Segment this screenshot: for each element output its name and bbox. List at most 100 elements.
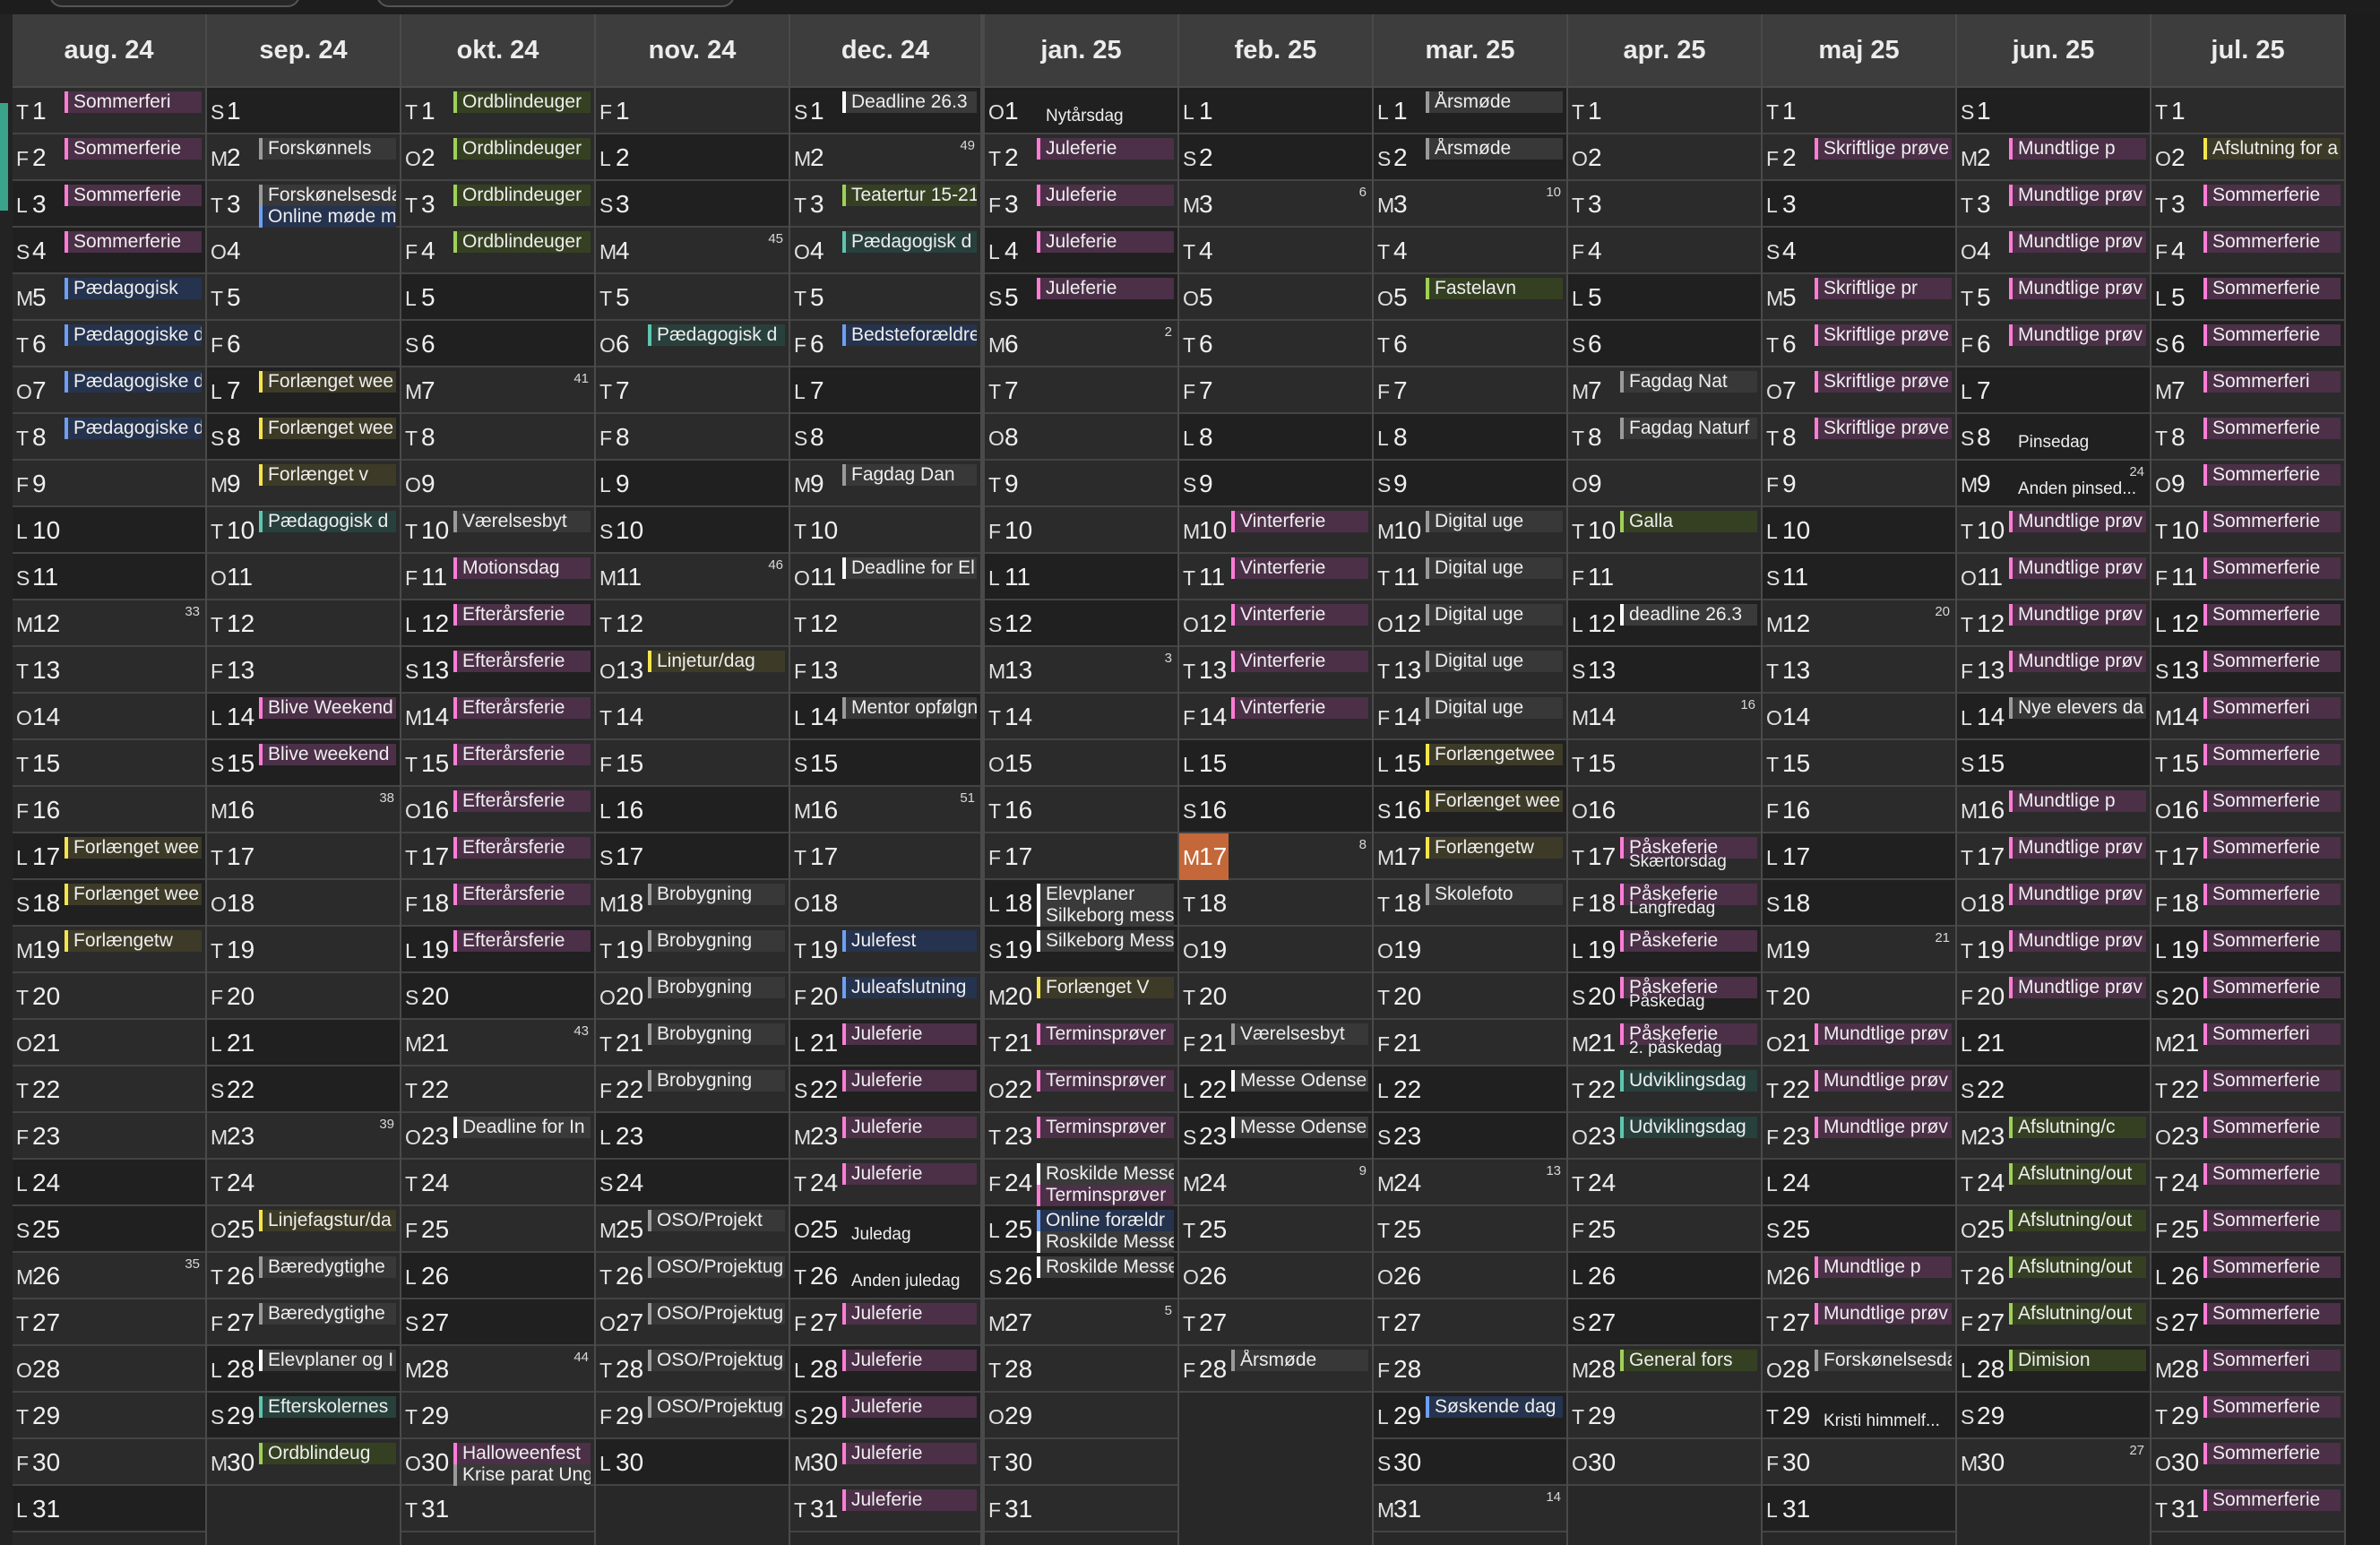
day-cell[interactable]: S 13 <box>1568 647 1761 694</box>
day-cell[interactable]: T 12 Mundtlige prøv <box>1957 600 2150 647</box>
day-cell[interactable]: T 19 Brobygning <box>596 927 789 973</box>
day-cell[interactable]: T 6 Pædagogiske d <box>13 321 205 367</box>
day-cell[interactable]: T 16 <box>985 787 1177 833</box>
day-cell[interactable]: F7 <box>1179 367 1372 414</box>
day-cell[interactable]: S 30 <box>1374 1439 1566 1486</box>
calendar-event[interactable]: Brobygning <box>648 1070 785 1092</box>
day-cell[interactable]: T 24 <box>207 1160 400 1206</box>
day-cell[interactable]: S9 <box>1374 461 1566 507</box>
month-header[interactable]: aug. 24 <box>13 14 205 88</box>
day-cell[interactable]: T 17 <box>790 833 980 880</box>
day-cell[interactable]: T9 <box>985 461 1177 507</box>
calendar-event[interactable]: Elevplaner <box>1037 884 1174 905</box>
day-cell[interactable]: L 21 <box>1957 1020 2150 1066</box>
calendar-event[interactable]: Årsmøde <box>1231 1350 1368 1371</box>
calendar-event[interactable]: Efterårsferie <box>453 930 591 952</box>
day-cell[interactable]: T 18 Skolefoto <box>1374 880 1566 927</box>
day-cell[interactable]: T 1 Ordblindeuger <box>401 88 594 134</box>
holiday-label[interactable]: 2. påskedag <box>1620 1038 1757 1059</box>
day-cell[interactable]: T 24 Sommerferie <box>2151 1160 2344 1206</box>
day-cell[interactable]: T 15 <box>1568 740 1761 787</box>
day-cell[interactable]: T 12 <box>596 600 789 647</box>
day-cell[interactable]: L 16 <box>596 787 789 833</box>
day-cell[interactable]: L 31 <box>13 1486 205 1532</box>
calendar-event[interactable]: Sommerferie <box>2203 464 2341 486</box>
calendar-event[interactable]: Juleferie <box>1037 138 1174 160</box>
day-cell[interactable]: L 15 <box>1179 740 1372 787</box>
month-header[interactable]: sep. 24 <box>207 14 400 88</box>
day-cell[interactable]: T 3 Forskønelsesda Online møde m <box>207 181 400 228</box>
calendar-event[interactable]: Fastelavn <box>1426 278 1563 299</box>
day-cell[interactable]: S 11 <box>13 554 205 600</box>
day-cell[interactable]: F 20 Juleafslutning <box>790 973 980 1020</box>
calendar-event[interactable]: Efterårsferie <box>453 744 591 765</box>
day-cell[interactable]: M236Forskønnels <box>207 134 400 181</box>
day-cell[interactable]: T 22 Mundtlige prøv <box>1763 1066 1955 1113</box>
day-cell[interactable]: S 6 Sommerferie <box>2151 321 2344 367</box>
month-header[interactable]: apr. 25 <box>1568 14 1761 88</box>
day-cell[interactable]: T4 <box>1179 228 1372 274</box>
day-cell[interactable]: O 18 Mundtlige prøv <box>1957 880 2150 927</box>
day-cell[interactable]: M519Skriftlige pr <box>1763 274 1955 321</box>
day-cell[interactable]: T 31 Sommerferie <box>2151 1486 2344 1532</box>
day-cell[interactable]: M1429Sommerferi <box>2151 694 2344 740</box>
day-cell[interactable]: S 2 Årsmøde <box>1374 134 1566 181</box>
day-cell[interactable]: S2 <box>1179 134 1372 181</box>
calendar-event[interactable]: Terminsprøver <box>1037 1070 1174 1092</box>
day-cell[interactable]: T 26 Afslutning/out <box>1957 1253 2150 1299</box>
day-cell[interactable]: O 14 <box>13 694 205 740</box>
calendar-event[interactable]: Bæredygtighe <box>259 1256 396 1278</box>
day-cell[interactable]: O 14 <box>1763 694 1955 740</box>
calendar-event[interactable]: Afslutning/out <box>2009 1163 2146 1185</box>
month-header[interactable]: mar. 25 <box>1374 14 1566 88</box>
day-cell[interactable]: T4 <box>1374 228 1566 274</box>
day-cell[interactable]: L8 <box>1374 414 1566 461</box>
day-cell[interactable]: S 16 <box>1179 787 1372 833</box>
calendar-event[interactable]: Juleafslutning <box>842 977 977 998</box>
day-cell[interactable]: L3 <box>1763 181 1955 228</box>
day-cell[interactable]: M301Juleferie <box>790 1439 980 1486</box>
day-cell[interactable]: O 4 Mundtlige prøv <box>1957 228 2150 274</box>
calendar-event[interactable]: Mundtlige prøv <box>2009 977 2146 998</box>
day-cell[interactable]: M24 9 <box>1179 1160 1372 1206</box>
day-cell[interactable]: O8 <box>985 414 1177 461</box>
day-cell[interactable]: T 29 <box>1568 1393 1761 1439</box>
day-cell[interactable]: M 26 35 <box>13 1253 205 1299</box>
day-cell[interactable]: F 23 Mundtlige prøv <box>1763 1113 1955 1160</box>
day-cell[interactable]: M2622Mundtlige p <box>1763 1253 1955 1299</box>
day-cell[interactable]: T3 <box>1568 181 1761 228</box>
day-cell[interactable]: L 14 Blive Weekend <box>207 694 400 740</box>
day-cell[interactable]: M1847Brobygning <box>596 880 789 927</box>
calendar-event[interactable]: Forlænget wee <box>65 837 202 859</box>
day-cell[interactable]: L 17 Forlænget wee <box>13 833 205 880</box>
holiday-label[interactable]: Påskedag <box>1620 991 1757 1013</box>
day-cell[interactable]: M6 2 <box>985 321 1177 367</box>
day-cell[interactable]: T 10 <box>790 507 980 554</box>
day-cell[interactable]: M 19 21 <box>1763 927 1955 973</box>
day-cell[interactable]: O2 <box>1568 134 1761 181</box>
day-cell[interactable]: O 27 OSO/Projektug <box>596 1299 789 1346</box>
day-cell[interactable]: O9 <box>401 461 594 507</box>
day-cell[interactable]: O 29 <box>985 1393 1177 1439</box>
calendar-event[interactable]: Ordblindeuger <box>453 138 591 160</box>
day-cell[interactable]: L5 <box>1568 274 1761 321</box>
day-cell[interactable]: F 20 Mundtlige prøv <box>1957 973 2150 1020</box>
day-cell[interactable]: M 31 14 <box>1374 1486 1566 1532</box>
day-cell[interactable]: L 11 <box>985 554 1177 600</box>
calendar-event[interactable]: Årsmøde <box>1426 91 1563 113</box>
holiday-label[interactable]: Nytårsdag <box>1037 106 1174 127</box>
day-cell[interactable]: S 8 Forlænget wee <box>207 414 400 461</box>
day-cell[interactable]: O 5 Fastelavn <box>1374 274 1566 321</box>
day-cell[interactable]: M 28 44 <box>401 1346 594 1393</box>
day-cell[interactable]: M107Vinterferie <box>1179 507 1372 554</box>
day-cell[interactable]: T 12 <box>790 600 980 647</box>
day-cell[interactable]: S 22 <box>1957 1066 2150 1113</box>
calendar-event[interactable]: Bæredygtighe <box>259 1303 396 1325</box>
month-header[interactable]: jul. 25 <box>2151 14 2344 88</box>
day-cell[interactable]: T 17 Mundtlige prøv <box>1957 833 2150 880</box>
day-cell[interactable]: F 18 Påskeferie Langfredag <box>1568 880 1761 927</box>
day-cell[interactable]: T7 <box>596 367 789 414</box>
day-cell[interactable]: T 24 <box>1568 1160 1761 1206</box>
calendar-event[interactable]: Digital uge <box>1426 604 1563 626</box>
day-cell[interactable]: S 27 <box>401 1299 594 1346</box>
